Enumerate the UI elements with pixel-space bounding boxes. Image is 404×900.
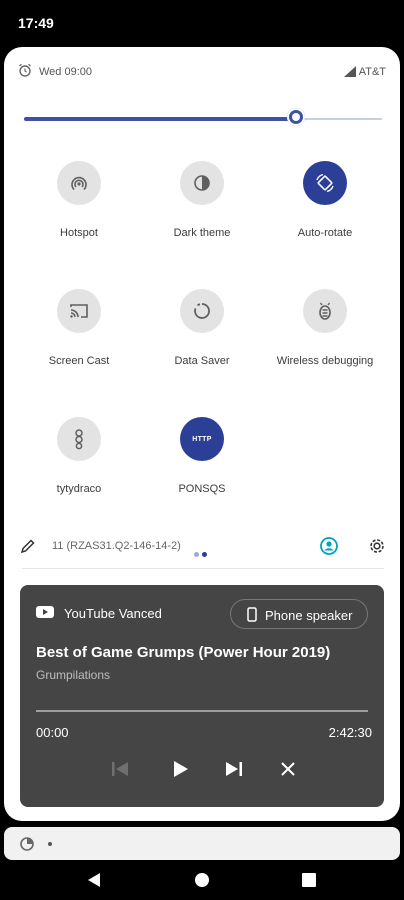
play-icon[interactable] bbox=[168, 757, 192, 781]
tile-auto-rotate[interactable]: Auto-rotate bbox=[270, 161, 380, 240]
media-player-card[interactable]: YouTube Vanced Phone speaker Best of Gam… bbox=[20, 585, 384, 807]
media-app-name: YouTube Vanced bbox=[64, 606, 162, 621]
home-icon[interactable] bbox=[192, 870, 212, 890]
youtube-icon bbox=[36, 605, 54, 624]
close-icon[interactable] bbox=[276, 757, 300, 781]
alarm-icon bbox=[18, 63, 32, 80]
tile-label: Auto-rotate bbox=[297, 227, 353, 239]
quick-settings-header: Wed 09:00 AT&T bbox=[18, 63, 386, 83]
brightness-fill bbox=[24, 117, 296, 121]
tile-label: tytydraco bbox=[56, 483, 102, 495]
previous-icon[interactable] bbox=[108, 757, 132, 781]
status-bar: 17:49 bbox=[0, 0, 404, 46]
tile-label: Dark theme bbox=[173, 227, 231, 239]
tile-label: Hotspot bbox=[60, 227, 98, 239]
tile-label: Screen Cast bbox=[48, 355, 110, 367]
tile-label: Wireless debugging bbox=[276, 355, 374, 367]
settings-gear-icon[interactable] bbox=[368, 537, 386, 560]
quick-settings-panel: Wed 09:00 AT&T Hotspot Dark theme Auto-r… bbox=[4, 47, 400, 821]
cast-icon bbox=[57, 289, 101, 333]
recents-icon[interactable] bbox=[299, 870, 319, 890]
hotspot-icon bbox=[57, 161, 101, 205]
tile-screen-cast[interactable]: Screen Cast bbox=[24, 289, 134, 368]
alarm-date[interactable]: Wed 09:00 bbox=[39, 66, 92, 78]
carrier-name: AT&T bbox=[358, 66, 386, 78]
build-number[interactable]: 11 (RZAS31.Q2-146-14-2) bbox=[52, 540, 181, 552]
seek-bar[interactable] bbox=[36, 710, 368, 712]
signal-icon bbox=[344, 66, 356, 80]
tile-ponsqs[interactable]: HTTP PONSQS bbox=[147, 417, 257, 496]
navigation-bar bbox=[0, 860, 404, 900]
next-icon[interactable] bbox=[222, 757, 246, 781]
phone-icon bbox=[247, 607, 257, 627]
status-time: 17:49 bbox=[18, 15, 54, 31]
brightness-slider[interactable] bbox=[24, 107, 382, 131]
page-indicator bbox=[194, 544, 210, 562]
output-switcher-button[interactable]: Phone speaker bbox=[230, 599, 368, 629]
bug-icon bbox=[303, 289, 347, 333]
dark-theme-icon bbox=[180, 161, 224, 205]
user-icon[interactable] bbox=[319, 536, 339, 561]
output-label: Phone speaker bbox=[265, 608, 353, 623]
tile-dark-theme[interactable]: Dark theme bbox=[147, 161, 257, 240]
edit-icon[interactable] bbox=[20, 538, 36, 559]
elapsed-time: 00:00 bbox=[36, 725, 69, 740]
tile-label: PONSQS bbox=[178, 483, 226, 495]
tile-hotspot[interactable]: Hotspot bbox=[24, 161, 134, 240]
media-artist: Grumpilations bbox=[36, 668, 111, 682]
tytydraco-icon bbox=[57, 417, 101, 461]
notification-shelf[interactable] bbox=[4, 827, 400, 860]
auto-rotate-icon bbox=[303, 161, 347, 205]
media-title: Best of Game Grumps (Power Hour 2019) bbox=[36, 644, 331, 661]
data-saver-icon bbox=[180, 289, 224, 333]
tile-data-saver[interactable]: Data Saver bbox=[147, 289, 257, 368]
http-icon: HTTP bbox=[180, 417, 224, 461]
divider bbox=[22, 568, 384, 569]
brightness-thumb[interactable] bbox=[287, 108, 305, 126]
tile-wireless-debugging[interactable]: Wireless debugging bbox=[270, 289, 380, 368]
tile-label: Data Saver bbox=[174, 355, 230, 367]
tile-tytydraco[interactable]: tytydraco bbox=[24, 417, 134, 496]
quick-settings-footer: 11 (RZAS31.Q2-146-14-2) bbox=[4, 532, 400, 562]
overflow-dot bbox=[48, 842, 52, 846]
total-time: 2:42:30 bbox=[328, 725, 372, 740]
app-notification-icon bbox=[20, 837, 34, 856]
back-icon[interactable] bbox=[84, 870, 104, 890]
